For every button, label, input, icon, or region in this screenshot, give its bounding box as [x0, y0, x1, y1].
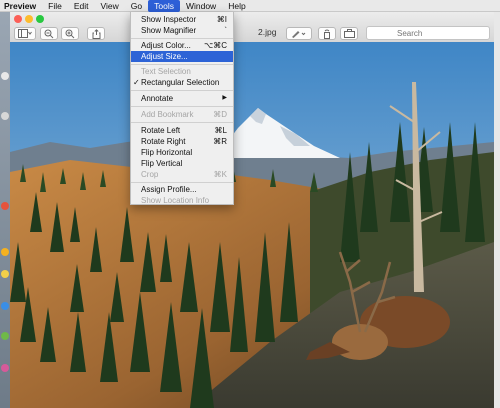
- zoom-out-icon: [44, 29, 54, 38]
- menu-item-show-inspector[interactable]: Show Inspector ⌘I: [131, 14, 233, 25]
- dock-app-icon[interactable]: [1, 72, 9, 80]
- menu-separator: [131, 106, 233, 107]
- menu-item-adjust-color[interactable]: Adjust Color... ⌥⌘C: [131, 40, 233, 51]
- dock-app-icon[interactable]: [1, 364, 9, 372]
- tools-menu: Show Inspector ⌘I Show Magnifier ` Adjus…: [130, 12, 234, 205]
- right-window-edge: [494, 12, 500, 408]
- menu-edit[interactable]: Edit: [68, 0, 95, 12]
- dock-app-icon[interactable]: [1, 202, 9, 210]
- dock-app-icon[interactable]: [1, 302, 9, 310]
- landscape-image: [10, 42, 494, 408]
- menu-window[interactable]: Window: [180, 0, 222, 12]
- photo-canvas: [10, 42, 494, 408]
- menu-tools[interactable]: Tools: [148, 0, 180, 12]
- minimize-button[interactable]: [25, 15, 33, 23]
- zoom-in-icon: [65, 29, 75, 38]
- menu-separator: [131, 64, 233, 65]
- dock-app-icon[interactable]: [1, 270, 9, 278]
- menu-separator: [131, 122, 233, 123]
- submenu-arrow-icon: ▶: [222, 95, 227, 101]
- menu-bar: Preview File Edit View Go Tools Window H…: [0, 0, 500, 12]
- zoom-out-button[interactable]: [40, 27, 58, 40]
- dock-app-icon[interactable]: [1, 112, 9, 120]
- menu-separator: [131, 38, 233, 39]
- menu-item-crop: Crop ⌘K: [141, 170, 227, 179]
- menu-item-show-magnifier[interactable]: Show Magnifier `: [131, 25, 233, 36]
- window-toolbar: 2.jpg: [10, 12, 494, 43]
- preview-window: 2.jpg: [10, 12, 494, 408]
- menu-help[interactable]: Help: [222, 0, 251, 12]
- menu-item-show-location-info: Show Location Info: [141, 196, 210, 205]
- share-icon: [92, 28, 100, 39]
- search-input[interactable]: [397, 28, 477, 38]
- checkmark-icon: ✓: [133, 78, 140, 87]
- dock-app-icon[interactable]: [1, 332, 9, 340]
- menu-item-add-bookmark: Add Bookmark ⌘D: [141, 110, 227, 119]
- pen-icon: [292, 31, 306, 38]
- toolbox-icon: [343, 29, 355, 38]
- menu-item-assign-profile[interactable]: Assign Profile...: [131, 184, 233, 195]
- menu-file[interactable]: File: [42, 0, 68, 12]
- menu-go[interactable]: Go: [125, 0, 148, 12]
- menu-item-rotate-right[interactable]: Rotate Right ⌘R: [131, 136, 233, 147]
- search-field[interactable]: [366, 26, 490, 40]
- markup-pen-button[interactable]: [286, 27, 312, 40]
- zoom-in-button[interactable]: [61, 27, 79, 40]
- zoom-button[interactable]: [36, 15, 44, 23]
- menu-separator: [131, 90, 233, 91]
- close-button[interactable]: [14, 15, 22, 23]
- menu-item-rotate-left[interactable]: Rotate Left ⌘L: [131, 125, 233, 136]
- menu-item-adjust-size[interactable]: Adjust Size...: [131, 51, 233, 62]
- share-button[interactable]: [87, 27, 105, 40]
- menu-item-flip-vertical[interactable]: Flip Vertical: [131, 158, 233, 169]
- toolbox-button[interactable]: [340, 27, 358, 40]
- sidebar-icon: [18, 29, 32, 38]
- menu-separator: [131, 182, 233, 183]
- menu-view[interactable]: View: [95, 0, 125, 12]
- dock-app-icon[interactable]: [1, 248, 9, 256]
- menu-preview[interactable]: Preview: [0, 0, 42, 12]
- sidebar-toggle-button[interactable]: [14, 27, 36, 40]
- menu-item-flip-horizontal[interactable]: Flip Horizontal: [131, 147, 233, 158]
- menu-item-rectangular-selection[interactable]: ✓ Rectangular Selection: [131, 77, 233, 88]
- document-title: 2.jpg: [258, 27, 277, 37]
- dock-strip: [0, 12, 10, 408]
- menu-item-text-selection: Text Selection: [141, 67, 191, 76]
- rotate-button[interactable]: [318, 27, 336, 40]
- rotate-icon: [324, 29, 330, 39]
- menu-item-annotate[interactable]: Annotate ▶: [131, 93, 233, 104]
